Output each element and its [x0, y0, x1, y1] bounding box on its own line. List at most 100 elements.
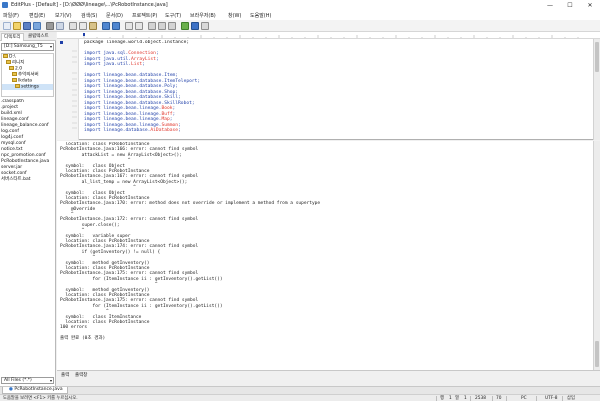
code-token: Map [161, 117, 170, 122]
menu-help[interactable]: 도움말(H) [250, 12, 271, 19]
output-scroll-thumb[interactable] [595, 341, 599, 367]
line-number-icon[interactable] [168, 22, 176, 30]
code-token: import java.util. [84, 62, 132, 67]
code-token: Buff [161, 111, 173, 117]
undo-icon[interactable] [102, 22, 110, 30]
editor-scroll-thumb[interactable] [595, 42, 599, 72]
code-token: import java.sql. [84, 51, 129, 56]
code-token: import lineage.bean.database.ItemTelepor… [84, 78, 201, 84]
status-ch: 70 [496, 396, 502, 401]
drive-select[interactable]: [D:] Samsung_T5 ▾ [1, 43, 54, 51]
code-token: List [131, 62, 143, 67]
document-tab[interactable]: ● PcRobotInstance.java [2, 387, 68, 394]
status-separator [492, 396, 493, 401]
toolbar [0, 20, 600, 32]
menu-window[interactable]: 창(W) [228, 12, 241, 19]
folder-icon [6, 60, 11, 64]
output-scrollbar[interactable] [593, 141, 600, 370]
word-wrap-icon[interactable] [148, 22, 156, 30]
save-icon[interactable] [23, 22, 31, 30]
list-item[interactable]: 서버스타트.bat [1, 177, 54, 183]
code-line: import lineage.database.AiDatabase; [84, 128, 584, 134]
code-token: import lineage.bean.database.Poly; [84, 84, 179, 89]
drive-value: [D:] Samsung_T5 [4, 44, 43, 49]
app-icon [2, 2, 8, 8]
run-icon[interactable] [181, 22, 189, 30]
print-icon[interactable] [46, 22, 54, 30]
code-token: ; [142, 62, 145, 67]
menu-search[interactable]: 검색(S) [81, 12, 97, 19]
redo-icon[interactable] [112, 22, 120, 30]
paste-icon[interactable] [89, 22, 97, 30]
folder-icon [3, 54, 8, 58]
status-separator [470, 396, 471, 401]
status-insert-mode: 삽입 [567, 396, 575, 401]
code-token: import lineage.bean.database.Shop; [84, 89, 179, 95]
code-token: AiDatabase [150, 128, 179, 133]
tab-output-window[interactable]: 출력창 [75, 372, 87, 379]
tab-directory[interactable]: 디렉토리 [1, 33, 24, 41]
menu-edit[interactable]: 편집(E) [29, 12, 45, 19]
new-file-icon[interactable] [3, 22, 11, 30]
replace-icon[interactable] [135, 22, 143, 30]
window-title: EditPlus - [Default] - [D:\ØØØ\lineage\.… [11, 2, 168, 8]
find-icon[interactable] [125, 22, 133, 30]
code-area[interactable]: package lineage.world.object.instance; im… [84, 40, 584, 138]
cut-icon[interactable] [69, 22, 77, 30]
file-filter-select[interactable]: All Files (*.*) ▾ [1, 377, 54, 384]
maximize-button[interactable]: ☐ [560, 0, 580, 11]
status-col: 1 [464, 396, 467, 401]
ruler-icon[interactable] [158, 22, 166, 30]
status-help: 도움말을 보려면 <F1> 키를 누르십시오. [3, 396, 78, 401]
code-token: import java.util. [84, 56, 132, 62]
code-token: import lineage.bean.lineage. [84, 122, 162, 128]
code-editor[interactable]: package lineage.world.object.instance; im… [57, 32, 600, 140]
code-token: import lineage.database. [84, 128, 151, 133]
status-row: 1 [449, 396, 452, 401]
ruler-ticks [83, 33, 579, 38]
status-mode: PC [521, 396, 527, 401]
print-preview-icon[interactable] [56, 22, 64, 30]
close-button[interactable]: ✕ [580, 0, 600, 11]
chevron-down-icon: ▾ [49, 378, 52, 383]
menu-document[interactable]: 문서(D) [106, 12, 123, 19]
fold-markers [60, 41, 77, 129]
file-filter-value: All Files (*.*) [4, 378, 32, 383]
output-window[interactable]: location: class PcRobotInstance PcRobotIn… [57, 141, 600, 370]
open-folder-icon[interactable] [13, 22, 21, 30]
code-token: import lineage.bean.lineage. [84, 111, 162, 117]
output-text: location: class PcRobotInstance PcRobotIn… [60, 142, 588, 368]
tab-output[interactable]: 출력 [61, 372, 69, 379]
chevron-down-icon: ▾ [49, 44, 52, 49]
browser-icon[interactable] [191, 22, 199, 30]
code-token: Connection [128, 51, 156, 56]
ruler [57, 32, 600, 39]
full-screen-icon[interactable] [201, 22, 209, 30]
code-token: import lineage.bean.lineage. [84, 117, 162, 122]
menu-file[interactable]: 파일(F) [3, 12, 19, 19]
status-separator [436, 396, 437, 401]
file-list[interactable]: .classpath .project build.xml lineage.co… [1, 99, 54, 401]
minimize-button[interactable]: — [540, 0, 560, 11]
menu-view[interactable]: 보기(V) [55, 12, 72, 19]
line-gutter [57, 39, 79, 140]
editor-scrollbar[interactable] [593, 39, 600, 140]
status-encoding: UTF-8 [545, 396, 558, 401]
folder-tree[interactable]: D:\ 리니지 2.0 추억의서버 lkdata settings [1, 53, 54, 97]
status-lines: 2538 [475, 396, 486, 401]
status-col-label: 열 [455, 396, 459, 401]
code-token: ; [155, 56, 159, 62]
save-all-icon[interactable] [33, 22, 41, 30]
menu-project[interactable]: 프로젝트(P) [132, 12, 157, 19]
tree-item-selected[interactable]: settings [2, 84, 53, 90]
tab-cliptext[interactable]: 클립텍스트 [26, 33, 51, 41]
code-token: Book [161, 106, 173, 111]
code-token: ArrayList [131, 56, 156, 62]
menu-tools[interactable]: 도구(T) [165, 12, 181, 19]
status-separator [562, 396, 563, 401]
code-token: ; [169, 117, 173, 122]
code-token: Summon [161, 122, 179, 128]
menu-browser[interactable]: 브라우저(B) [190, 12, 216, 19]
copy-icon[interactable] [79, 22, 87, 30]
folder-open-icon [15, 84, 20, 88]
